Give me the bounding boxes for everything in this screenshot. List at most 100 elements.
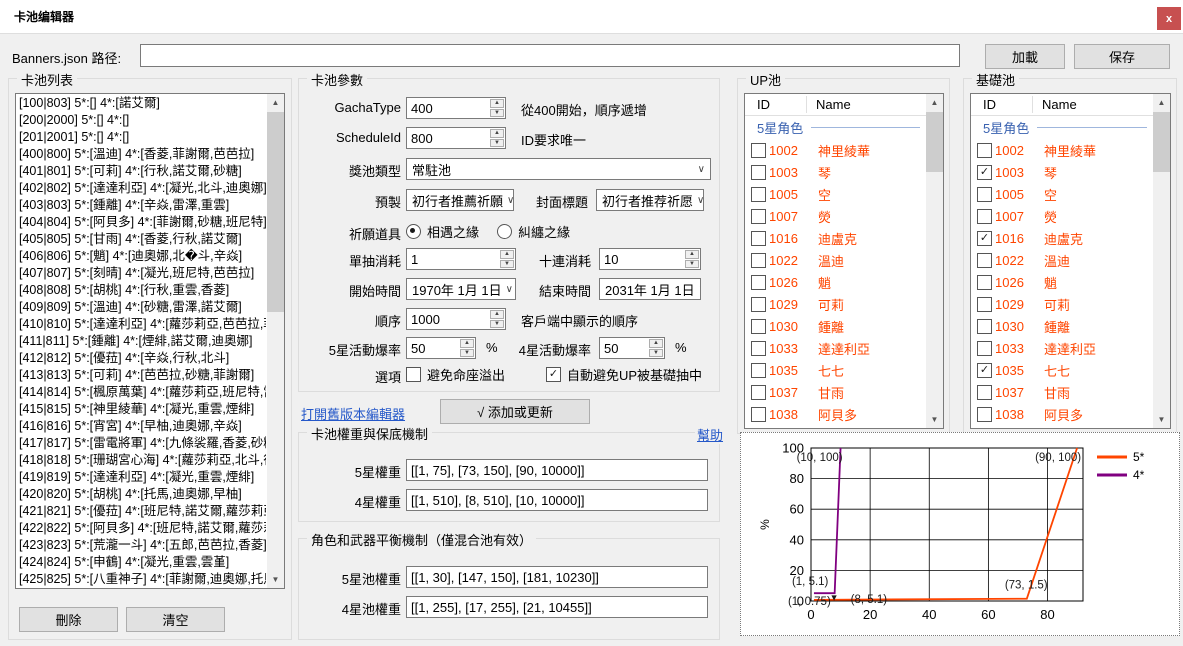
table-row[interactable]: 1030鍾離 [971, 315, 1153, 337]
add-or-update-button[interactable]: √ 添加或更新 [440, 399, 590, 424]
table-row[interactable]: 1022溫迪 [971, 249, 1153, 271]
spin-down-icon[interactable]: ▼ [649, 349, 663, 358]
spin-up-icon[interactable]: ▲ [490, 129, 504, 138]
table-row[interactable]: 1016迪盧克 [745, 227, 926, 249]
ten-cost-spinner[interactable]: 10 ▲▼ [599, 248, 701, 270]
spin-up-icon[interactable]: ▲ [685, 250, 699, 259]
five-star-rate-spinner[interactable]: 50 ▲▼ [406, 337, 476, 359]
pool-list-item[interactable]: [406|806] 5*:[魈] 4*:[迪奧娜,北�斗,辛焱] [16, 248, 266, 265]
table-row[interactable]: 1003琴 [745, 161, 926, 183]
checkbox-checked-icon[interactable]: ✓ [546, 367, 561, 382]
order-spinner[interactable]: 1000 ▲▼ [406, 308, 506, 330]
option-auto-avoid-up[interactable]: ✓ 自動避免UP被基礎抽中 [546, 365, 702, 384]
pool-list-item[interactable]: [418|818] 5*:[珊瑚宮心海] 4*:[蘿莎莉亞,北斗,行秋] [16, 452, 266, 469]
pool-list-item[interactable]: [401|801] 5*:[可莉] 4*:[行秋,諾艾爾,砂糖] [16, 163, 266, 180]
table-row[interactable]: 1002神里綾華 [745, 139, 926, 161]
pool-list-item[interactable]: [423|823] 5*:[荒瀧一斗] 4*:[五郎,芭芭拉,香菱] [16, 537, 266, 554]
table-row[interactable]: 1022溫迪 [745, 249, 926, 271]
checkbox-unchecked-icon[interactable] [751, 165, 766, 180]
checkbox-unchecked-icon[interactable] [977, 253, 992, 268]
up-pool-scrollbar[interactable]: ▲ ▼ [926, 94, 943, 428]
scroll-thumb[interactable] [1153, 112, 1170, 172]
pool-type-select[interactable]: 常駐池 ∨ [406, 158, 711, 180]
checkbox-unchecked-icon[interactable] [977, 209, 992, 224]
pool-list-item[interactable]: [403|803] 5*:[鍾離] 4*:[辛焱,雷澤,重雲] [16, 197, 266, 214]
pool-list-item[interactable]: [415|815] 5*:[神里綾華] 4*:[凝光,重雲,煙緋] [16, 401, 266, 418]
pool-list-item[interactable]: [421|821] 5*:[優菈] 4*:[班尼特,諾艾爾,蘿莎莉亞] [16, 503, 266, 520]
pool-list-item[interactable]: [201|2001] 5*:[] 4*:[] [16, 129, 266, 146]
table-row[interactable]: 1007熒 [971, 205, 1153, 227]
table-row[interactable]: 1030鍾離 [745, 315, 926, 337]
checkbox-unchecked-icon[interactable] [751, 407, 766, 422]
table-row[interactable]: 1035七七 [745, 359, 926, 381]
base-pool-scrollbar[interactable]: ▲ ▼ [1153, 94, 1170, 428]
pool-list-item[interactable]: [411|811] 5*:[鍾離] 4*:[煙緋,諾艾爾,迪奧娜] [16, 333, 266, 350]
table-row[interactable]: 1037甘雨 [971, 381, 1153, 403]
table-row[interactable]: 1005空 [971, 183, 1153, 205]
table-row[interactable]: 1029可莉 [745, 293, 926, 315]
preset-select[interactable]: 初行者推薦祈願 ∨ [406, 189, 514, 211]
spin-down-icon[interactable]: ▼ [685, 260, 699, 269]
pool-list-item[interactable]: [400|800] 5*:[溫迪] 4*:[香菱,菲謝爾,芭芭拉] [16, 146, 266, 163]
open-old-editor-link[interactable]: 打開舊版本編輯器 [301, 404, 405, 423]
table-row[interactable]: 1005空 [745, 183, 926, 205]
pool-list-item[interactable]: [408|808] 5*:[胡桃] 4*:[行秋,重雲,香菱] [16, 282, 266, 299]
scroll-up-icon[interactable]: ▲ [267, 94, 284, 111]
checkbox-unchecked-icon[interactable] [751, 297, 766, 312]
pool-list-item[interactable]: [414|814] 5*:[楓原萬葉] 4*:[蘿莎莉亞,班尼特,雷澤] [16, 384, 266, 401]
spin-down-icon[interactable]: ▼ [490, 109, 504, 118]
checkbox-unchecked-icon[interactable] [751, 385, 766, 400]
pool-list-item[interactable]: [419|819] 5*:[達達利亞] 4*:[凝光,重雲,煙緋] [16, 469, 266, 486]
five-star-weight-input[interactable]: [[1, 75], [73, 150], [90, 10000]] [406, 459, 708, 481]
checkbox-unchecked-icon[interactable] [406, 367, 421, 382]
checkbox-unchecked-icon[interactable] [751, 253, 766, 268]
checkbox-unchecked-icon[interactable] [751, 209, 766, 224]
table-row[interactable]: 1026魈 [971, 271, 1153, 293]
pool-list-item[interactable]: [405|805] 5*:[甘雨] 4*:[香菱,行秋,諾艾爾] [16, 231, 266, 248]
option-avoid-constellation[interactable]: 避免命座溢出 [406, 365, 505, 384]
spin-up-icon[interactable]: ▲ [649, 339, 663, 348]
pool-list-item[interactable]: [420|820] 5*:[胡桃] 4*:[托馬,迪奧娜,早柚] [16, 486, 266, 503]
checkbox-checked-icon[interactable]: ✓ [977, 231, 992, 246]
table-row[interactable]: 1038阿貝多 [971, 403, 1153, 425]
clear-button[interactable]: 清空 [126, 607, 225, 632]
spin-up-icon[interactable]: ▲ [500, 250, 514, 259]
scroll-up-icon[interactable]: ▲ [1153, 94, 1170, 111]
checkbox-unchecked-icon[interactable] [977, 275, 992, 290]
table-row[interactable]: 1029可莉 [971, 293, 1153, 315]
spin-up-icon[interactable]: ▲ [490, 99, 504, 108]
cover-title-select[interactable]: 初行者推荐祈愿 ∨ [596, 189, 704, 211]
pool-list-item[interactable]: [412|812] 5*:[優菈] 4*:[辛焱,行秋,北斗] [16, 350, 266, 367]
checkbox-unchecked-icon[interactable] [977, 407, 992, 422]
scroll-thumb[interactable] [267, 112, 284, 312]
checkbox-unchecked-icon[interactable] [751, 187, 766, 202]
close-button[interactable]: x [1157, 7, 1181, 30]
pool-list-item[interactable]: [404|804] 5*:[阿貝多] 4*:[菲謝爾,砂糖,班尼特] [16, 214, 266, 231]
checkbox-unchecked-icon[interactable] [751, 275, 766, 290]
spin-down-icon[interactable]: ▼ [490, 320, 504, 329]
table-row[interactable]: 1026魈 [745, 271, 926, 293]
scroll-down-icon[interactable]: ▼ [267, 571, 284, 588]
single-cost-spinner[interactable]: 1 ▲▼ [406, 248, 516, 270]
scroll-thumb[interactable] [926, 112, 943, 172]
gachatype-spinner[interactable]: 400 ▲▼ [406, 97, 506, 119]
table-row[interactable]: ✓1035七七 [971, 359, 1153, 381]
radio-intertwined-fate[interactable]: 糾纏之緣 [497, 222, 570, 241]
pool-list-item[interactable]: [200|2000] 5*:[] 4*:[] [16, 112, 266, 129]
scroll-down-icon[interactable]: ▼ [1153, 411, 1170, 428]
delete-button[interactable]: 刪除 [19, 607, 118, 632]
four-star-pool-weight-input[interactable]: [[1, 255], [17, 255], [21, 10455]] [406, 596, 708, 618]
pool-list-item[interactable]: [416|816] 5*:[宵宮] 4*:[早柚,迪奧娜,辛焱] [16, 418, 266, 435]
pool-list-item[interactable]: [407|807] 5*:[刻晴] 4*:[凝光,班尼特,芭芭拉] [16, 265, 266, 282]
table-row[interactable]: 1033達達利亞 [745, 337, 926, 359]
checkbox-checked-icon[interactable]: ✓ [977, 165, 992, 180]
table-row[interactable]: 1038阿貝多 [745, 403, 926, 425]
radio-acquaint-fate[interactable]: 相遇之緣 [406, 222, 479, 241]
spin-up-icon[interactable]: ▲ [490, 310, 504, 319]
checkbox-unchecked-icon[interactable] [977, 143, 992, 158]
pool-list-item[interactable]: [410|810] 5*:[達達利亞] 4*:[蘿莎莉亞,芭芭拉,菲謝爾] [16, 316, 266, 333]
checkbox-unchecked-icon[interactable] [977, 319, 992, 334]
help-link[interactable]: 幫助 [695, 425, 725, 444]
checkbox-unchecked-icon[interactable] [977, 187, 992, 202]
four-star-rate-spinner[interactable]: 50 ▲▼ [599, 337, 665, 359]
